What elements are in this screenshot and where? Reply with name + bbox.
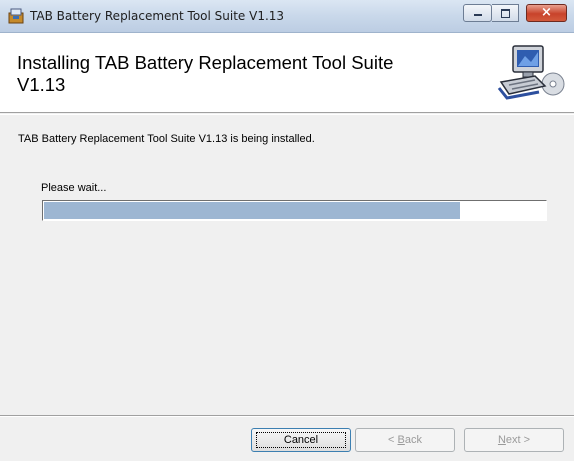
window-title: TAB Battery Replacement Tool Suite V1.13: [30, 9, 285, 23]
maximize-button[interactable]: [492, 4, 519, 22]
footer-divider-highlight: [0, 416, 574, 417]
maximize-icon: [501, 9, 510, 18]
back-button-access-key: B: [397, 434, 405, 446]
minimize-icon: [474, 14, 482, 16]
next-button[interactable]: Next >: [464, 428, 564, 452]
close-button[interactable]: ×: [526, 4, 567, 22]
header-banner: Installing TAB Battery Replacement Tool …: [0, 33, 574, 113]
install-progress-bar: [42, 200, 547, 221]
progress-bar-fill: [44, 202, 460, 219]
next-button-access-key: N: [497, 434, 506, 446]
title-bar[interactable]: TAB Battery Replacement Tool Suite V1.13…: [0, 0, 574, 33]
back-button[interactable]: < Back: [355, 428, 455, 452]
next-button-rest: ext >: [505, 434, 531, 446]
please-wait-label: Please wait...: [41, 182, 107, 194]
header-separator: [0, 114, 574, 115]
focus-rectangle: [256, 432, 346, 448]
installer-app-icon: [8, 8, 24, 24]
installer-window: TAB Battery Replacement Tool Suite V1.13…: [0, 0, 574, 461]
install-status-text: TAB Battery Replacement Tool Suite V1.13…: [18, 133, 315, 145]
computer-with-cd-icon: [497, 45, 565, 100]
cancel-button[interactable]: Cancel: [251, 428, 351, 452]
minimize-button[interactable]: [463, 4, 492, 22]
back-button-prefix: <: [388, 434, 398, 446]
page-title: Installing TAB Battery Replacement Tool …: [17, 52, 394, 95]
close-icon: ×: [541, 5, 552, 20]
back-button-rest: ack: [404, 434, 422, 446]
